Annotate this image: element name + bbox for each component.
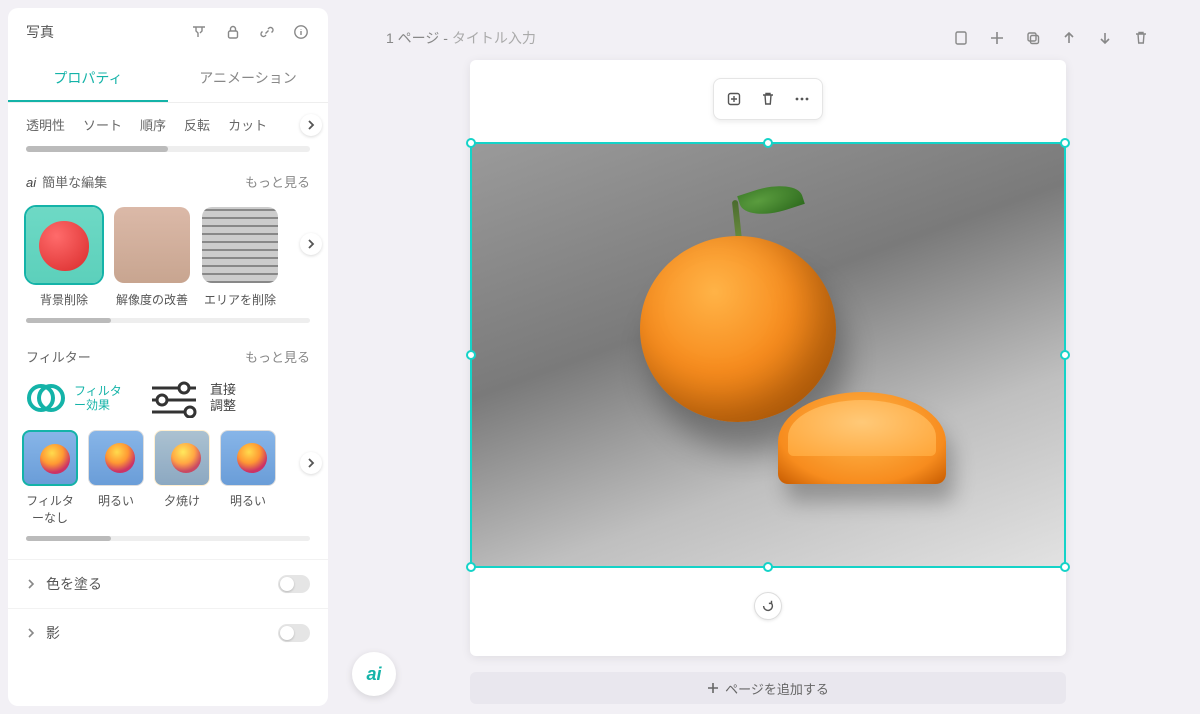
selected-image[interactable] (470, 142, 1066, 568)
ai-edit-section-head: ai 簡単な編集 もっと見る (8, 166, 328, 197)
colorize-switch[interactable] (278, 575, 310, 593)
info-icon[interactable] (292, 23, 310, 41)
page-wrap (470, 60, 1066, 656)
canvas-topbar: 1 ページ - タイトル入力 (336, 28, 1200, 48)
add-page-button[interactable]: ページを追加する (470, 672, 1066, 704)
resize-handle-br[interactable] (1060, 562, 1070, 572)
orange-slice-graphic (778, 392, 946, 484)
ai-thumb-erase (202, 207, 278, 283)
resize-handle-bm[interactable] (763, 562, 773, 572)
canvas-top-actions (952, 29, 1150, 47)
delete-page-icon[interactable] (1132, 29, 1150, 47)
resize-handle-tm[interactable] (763, 138, 773, 148)
chevron-right-icon (26, 579, 36, 589)
more-options-icon[interactable] (788, 85, 816, 113)
ai-edit-scroll-right[interactable] (300, 233, 322, 255)
filter-thumb-row: フィルターなし 明るい 夕焼け 明るい (8, 430, 328, 536)
filter-more[interactable]: もっと見る (245, 347, 310, 366)
toggle-colorize[interactable]: 色を塗る (8, 559, 328, 608)
resize-handle-ml[interactable] (466, 350, 476, 360)
resize-handle-tl[interactable] (466, 138, 476, 148)
object-toolbar (713, 78, 823, 120)
ai-edit-more[interactable]: もっと見る (245, 172, 310, 191)
filter-section-head: フィルター もっと見る (8, 341, 328, 372)
filter-scrollbar[interactable] (26, 536, 310, 541)
add-layer-icon[interactable] (720, 85, 748, 113)
subtab-flip[interactable]: 反転 (184, 115, 210, 134)
subtab-order[interactable]: 順序 (140, 115, 166, 134)
filter-mode-effects[interactable]: フィルター効果 (26, 378, 128, 418)
filter-none[interactable]: フィルターなし (22, 430, 78, 526)
sidebar-header: 写真 (8, 8, 328, 56)
resize-handle-bl[interactable] (466, 562, 476, 572)
canvas-area: 1 ページ - タイトル入力 (336, 0, 1200, 714)
ai-edit-upscale[interactable]: 解像度の改善 (114, 207, 190, 308)
subtab-sort[interactable]: ソート (83, 115, 122, 134)
sidebar-header-icons (190, 23, 310, 41)
rotate-handle[interactable] (754, 592, 782, 620)
add-icon[interactable] (988, 29, 1006, 47)
sliders-icon (146, 378, 202, 418)
ai-assistant-button[interactable]: ai (352, 652, 396, 696)
filter-mode-row: フィルター効果 直接調整 (8, 372, 328, 430)
lock-icon[interactable] (224, 23, 242, 41)
ai-edit-scrollbar[interactable] (26, 318, 310, 323)
filter-sunset[interactable]: 夕焼け (154, 430, 210, 526)
move-up-icon[interactable] (1060, 29, 1078, 47)
ai-thumb-upscale (114, 207, 190, 283)
resize-handle-tr[interactable] (1060, 138, 1070, 148)
ai-badge: ai (26, 175, 36, 190)
ai-thumb-bg-remove (26, 207, 102, 283)
filter-icon[interactable] (190, 23, 208, 41)
link-icon[interactable] (258, 23, 276, 41)
ai-edit-row: 背景削除 解像度の改善 エリアを削除 (8, 197, 328, 318)
ai-edit-erase[interactable]: エリアを削除 (202, 207, 278, 308)
subtab-cut[interactable]: カット (228, 115, 267, 134)
ai-edit-title: 簡単な編集 (42, 175, 107, 190)
tab-properties[interactable]: プロパティ (8, 56, 168, 102)
plus-icon (707, 682, 719, 694)
property-subtabs: 透明性 ソート 順序 反転 カット (8, 103, 328, 146)
properties-sidebar: 写真 プロパティ アニメーション 透明性 ソート 順序 反転 カット ai 簡単な… (8, 8, 328, 706)
filter-scroll-right[interactable] (300, 452, 322, 474)
orange-leaf-graphic (737, 177, 805, 223)
subtab-scrollbar[interactable] (26, 146, 310, 152)
filter-title: フィルター (26, 347, 91, 366)
subtab-transparency[interactable]: 透明性 (26, 115, 65, 134)
toggle-shadow[interactable]: 影 (8, 608, 328, 657)
design-page[interactable] (470, 60, 1066, 656)
move-down-icon[interactable] (1096, 29, 1114, 47)
resize-handle-mr[interactable] (1060, 350, 1070, 360)
delete-object-icon[interactable] (754, 85, 782, 113)
shadow-switch[interactable] (278, 624, 310, 642)
sidebar-title: 写真 (26, 22, 54, 42)
venn-icon (26, 378, 66, 418)
sidebar-tabs: プロパティ アニメーション (8, 56, 328, 103)
new-page-icon[interactable] (952, 29, 970, 47)
page-title-label[interactable]: 1 ページ - タイトル入力 (386, 28, 536, 48)
tab-animation[interactable]: アニメーション (168, 56, 328, 102)
ai-edit-bg-remove[interactable]: 背景削除 (26, 207, 102, 308)
orange-body-graphic (640, 236, 836, 422)
filter-bright1[interactable]: 明るい (88, 430, 144, 526)
duplicate-icon[interactable] (1024, 29, 1042, 47)
chevron-right-icon (26, 628, 36, 638)
filter-mode-adjust[interactable]: 直接調整 (146, 378, 242, 418)
subtab-scroll-right[interactable] (300, 114, 322, 136)
filter-bright2[interactable]: 明るい (220, 430, 276, 526)
